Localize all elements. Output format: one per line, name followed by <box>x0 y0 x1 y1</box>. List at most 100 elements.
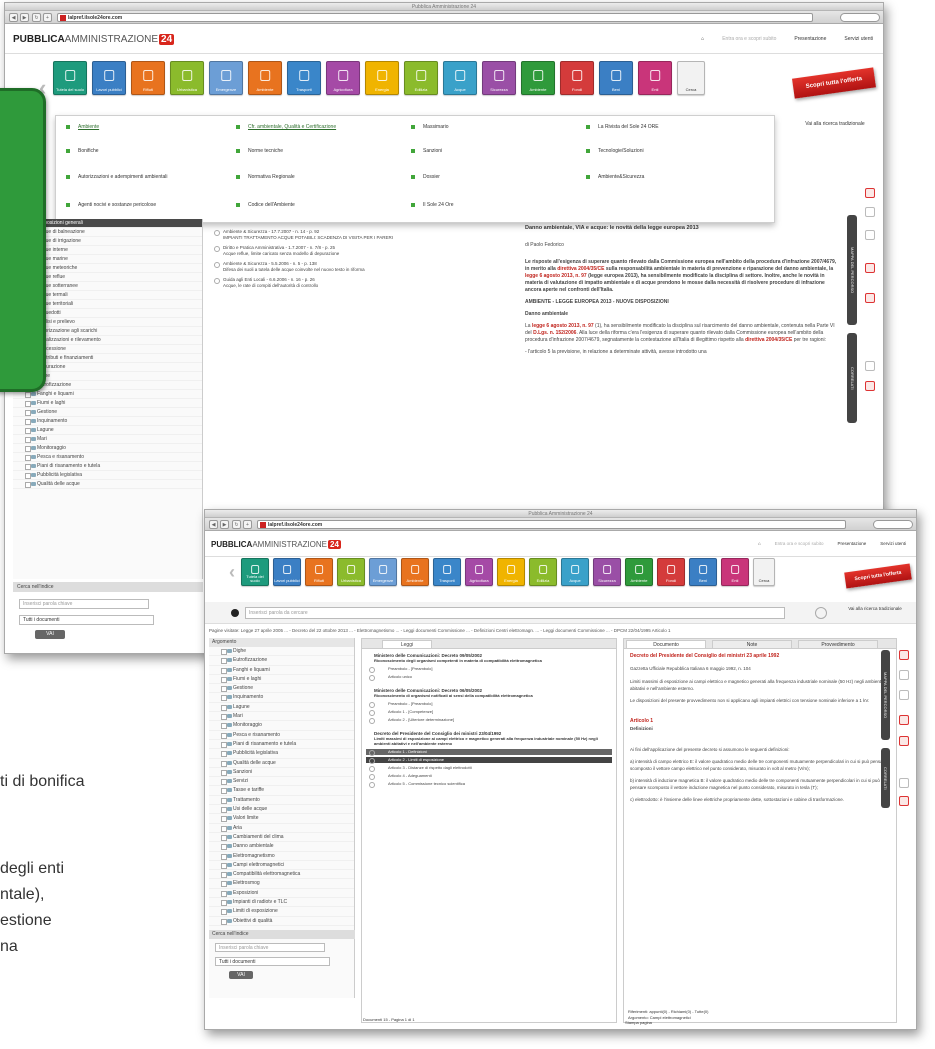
offer-ribbon[interactable]: Scopri tutta l'offerta <box>792 67 876 99</box>
tree-item[interactable]: Danno ambientale <box>209 842 354 852</box>
calendar-icon[interactable] <box>865 293 875 303</box>
tree-item[interactable]: Campi elettromagnetici <box>209 861 354 871</box>
law-article[interactable]: Articolo 4 - Adeguamenti <box>366 773 612 780</box>
tree-item[interactable]: Qualità delle acque <box>209 759 354 768</box>
category-tile[interactable]: Trasporti <box>287 61 321 95</box>
tree-item[interactable]: Inquinamento <box>13 417 202 426</box>
dd-ambiente-sicurezza[interactable]: Ambiente&Sicurezza <box>586 174 644 180</box>
tab-note[interactable]: Note <box>712 640 792 649</box>
browser-search-field[interactable] <box>840 13 880 22</box>
front-address-bar[interactable]: lalpref.ilsole24ore.com <box>257 520 846 529</box>
category-tile[interactable]: Acque <box>561 558 589 586</box>
category-tile[interactable]: Enti <box>638 61 672 95</box>
breadcrumb[interactable]: Pagine visitate: Legge 27 aprile 2005 ..… <box>209 628 899 633</box>
front-save-icon[interactable] <box>899 690 909 700</box>
tree-item[interactable]: Elettrosmog <box>209 879 354 889</box>
bookmark-icon[interactable] <box>865 263 875 273</box>
tree-item[interactable]: Mari <box>209 712 354 722</box>
category-tile[interactable]: Lavori pubblici <box>273 558 301 586</box>
front-add-tab-button[interactable]: + <box>243 520 252 529</box>
dd-autorizzazioni[interactable]: Autorizzazioni e adempimenti ambientali <box>66 174 168 180</box>
dd-bonifiche[interactable]: Bonifiche <box>66 148 99 154</box>
front-go-button[interactable]: VAI <box>229 971 253 979</box>
result-item[interactable]: Ambiente & Sicurezza - 5.5.2006 - n. 5 -… <box>211 261 511 273</box>
category-tile[interactable]: Trasporti <box>433 558 461 586</box>
related-strip[interactable]: CORRELATI <box>847 333 857 423</box>
category-tile[interactable]: Agricoltura <box>326 61 360 95</box>
front-reload-button[interactable]: ↻ <box>232 520 241 529</box>
dd-certificazione[interactable]: Cfr. ambientale, Qualità e Certificazion… <box>236 124 336 130</box>
front-calendar-icon[interactable] <box>899 736 909 746</box>
category-tile[interactable]: Energia <box>497 558 525 586</box>
front-site-logo[interactable]: PUBBLICAAMMINISTRAZIONE 24 <box>211 540 341 549</box>
path-map-strip[interactable]: MAPPA DEL PERCORSO <box>847 215 857 325</box>
category-tile[interactable]: Edilizia <box>404 61 438 95</box>
share-icon[interactable] <box>865 381 875 391</box>
category-tile[interactable]: Ambiente <box>625 558 653 586</box>
tree-item[interactable]: Impianti di radiotv e TLC <box>209 898 354 908</box>
front-document-select[interactable]: Tutti i documenti <box>215 957 330 966</box>
tab-provvedimento[interactable]: Provvedimento <box>798 640 878 649</box>
tree-item[interactable]: Cambiamenti del clima <box>209 833 354 843</box>
tree-item[interactable]: Esposizioni <box>209 889 354 899</box>
law-article[interactable]: Articolo 5 - Commissione tecnico scienti… <box>366 781 612 788</box>
tree-item[interactable]: Pubblicità legislativa <box>13 471 202 480</box>
law-article[interactable]: Articolo 2 - Limiti di esposizione <box>366 757 612 764</box>
tree-item[interactable]: Gestione <box>209 684 354 694</box>
category-tile[interactable]: Lavori pubblici <box>92 61 126 95</box>
tree-item[interactable]: Pesca e risanamento <box>209 731 354 740</box>
tab-documento[interactable]: Documento <box>626 640 706 649</box>
dd-tecnologie[interactable]: Tecnologie/Soluzioni <box>586 148 644 154</box>
category-tile[interactable]: Tutela del suolo <box>241 558 269 586</box>
front-print-icon[interactable] <box>899 670 909 680</box>
dd-massimario[interactable]: Massimario <box>411 124 449 130</box>
tree-item[interactable]: Gestione <box>13 408 202 417</box>
tree-item[interactable]: Pubblicità legislativa <box>209 749 354 759</box>
dd-agenti[interactable]: Agenti nocivi e sostanze pericolose <box>66 202 156 208</box>
front-scroll-left-icon[interactable]: ‹ <box>229 562 235 583</box>
forward-button[interactable]: ▶ <box>20 13 29 22</box>
dd-sanzioni[interactable]: Sanzioni <box>411 148 442 154</box>
back-button[interactable]: ◀ <box>9 13 18 22</box>
category-tile[interactable]: Rifiuti <box>305 558 333 586</box>
category-tile[interactable]: Rifiuti <box>131 61 165 95</box>
law-article[interactable]: Articolo unico <box>366 674 612 681</box>
category-tile[interactable]: Emergenze <box>209 61 243 95</box>
tree-item[interactable]: Pesca e risanamento <box>13 453 202 462</box>
tree-item[interactable]: Eutrofizzazione <box>209 656 354 666</box>
front-browser-search[interactable] <box>873 520 913 529</box>
front-traditional-search[interactable]: Vai alla ricerca tradizionale <box>845 606 905 611</box>
law-article[interactable]: Articolo 1 - [Competenze] <box>366 709 612 716</box>
category-tile[interactable]: Enti <box>721 558 749 586</box>
home-icon[interactable]: ⌂ <box>701 36 704 42</box>
front-tools-icon[interactable] <box>899 778 909 788</box>
tree-item[interactable]: Servizi <box>209 777 354 787</box>
category-tile[interactable]: Urbanistica <box>337 558 365 586</box>
front-pagination[interactable]: Documenti 15 - Pagina 1 di 1 <box>363 1017 415 1022</box>
category-tile[interactable]: Sicurezza <box>593 558 621 586</box>
category-tile[interactable]: Ambiente <box>521 61 555 95</box>
tree-item[interactable]: Tasse e tariffe <box>209 786 354 796</box>
tree-item[interactable]: Fiumi e laghi <box>13 399 202 408</box>
traditional-search-link[interactable]: Vai alla ricerca tradizionale <box>795 121 875 127</box>
dd-ambiente[interactable]: Ambiente <box>66 124 99 130</box>
tree-search-input[interactable]: Inserisci parola chiave <box>19 599 149 609</box>
front-home-icon[interactable]: ⌂ <box>758 541 761 546</box>
category-tile[interactable]: Fondi <box>560 61 594 95</box>
reload-button[interactable]: ↻ <box>32 13 41 22</box>
category-tile[interactable]: Beni <box>599 61 633 95</box>
pdf-icon[interactable] <box>865 188 875 198</box>
category-tile[interactable]: Fondi <box>657 558 685 586</box>
tree-item[interactable]: Fanghi e liquami <box>209 666 354 675</box>
tree-item[interactable]: Qualità delle acque <box>13 480 202 489</box>
tab-leggi[interactable]: Leggi <box>382 640 432 649</box>
front-back-button[interactable]: ◀ <box>209 520 218 529</box>
law-article[interactable]: Articolo 2 - [Ulteriore determinazione] <box>366 717 612 724</box>
go-button[interactable]: VAI <box>35 630 65 639</box>
tree-item[interactable]: Fanghi e liquami <box>13 390 202 399</box>
result-item[interactable]: Guida agli Enti Locali - 6.6.2006 - n. 1… <box>211 277 511 289</box>
tree-item[interactable]: Inquinamento <box>209 693 354 703</box>
category-tile[interactable]: Agricoltura <box>465 558 493 586</box>
category-tile[interactable]: Sicurezza <box>482 61 516 95</box>
tree-item[interactable]: Fiumi e laghi <box>209 675 354 685</box>
